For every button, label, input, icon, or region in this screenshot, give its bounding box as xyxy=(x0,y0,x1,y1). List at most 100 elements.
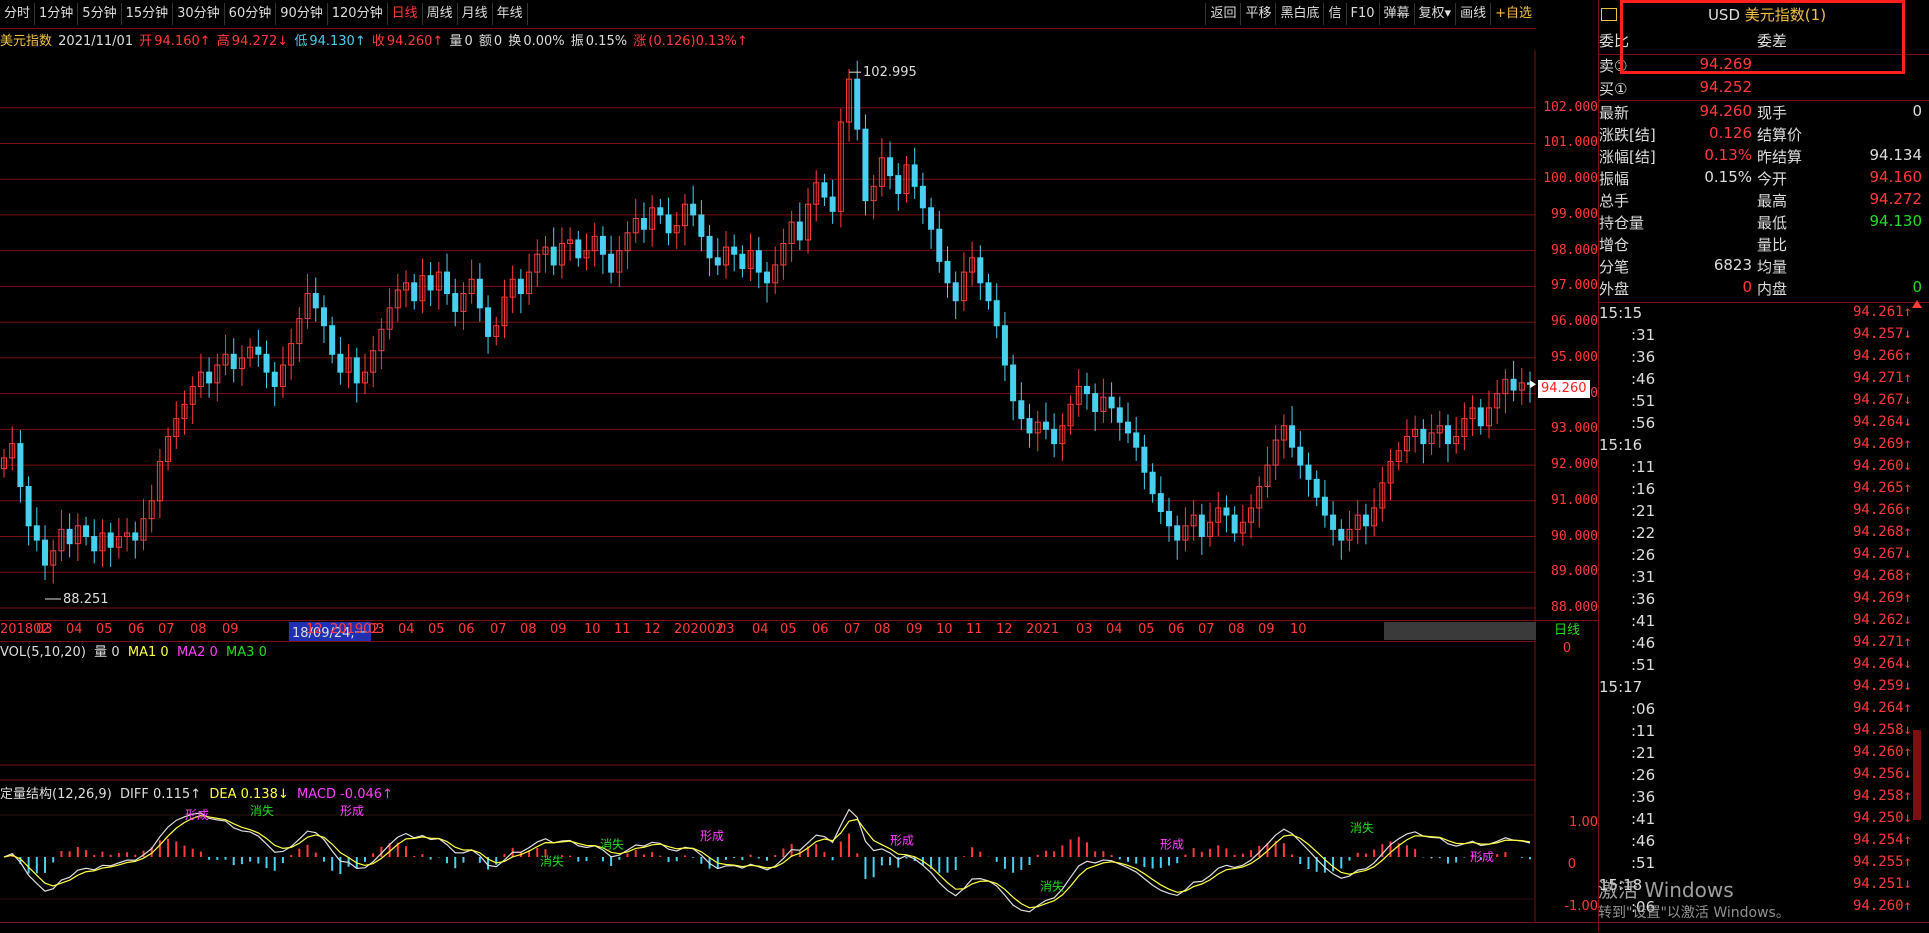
tick-row[interactable]: :26 94.267↓ xyxy=(1599,546,1929,568)
tick-price: 94.268↑ xyxy=(1852,568,1912,584)
tick-time: :22 xyxy=(1631,524,1656,542)
high-label: 高 xyxy=(216,34,230,49)
low-label: 低 xyxy=(294,34,308,49)
tick-scrollbar[interactable] xyxy=(1910,300,1924,820)
volume-axis-zero: 0 xyxy=(1562,641,1572,656)
macd-axis-tick: -1.00 xyxy=(1564,899,1598,914)
period-tab[interactable]: 周线 xyxy=(423,3,458,25)
tick-price: 94.264↓ xyxy=(1852,656,1912,672)
tick-row[interactable]: :16 94.265↑ xyxy=(1599,480,1929,502)
buy-row: 买① 94.252 xyxy=(1599,78,1929,101)
tick-row[interactable]: 15:16 94.269↑ xyxy=(1599,436,1929,458)
candle-body xyxy=(1305,464,1312,480)
period-tab[interactable]: 60分钟 xyxy=(225,3,277,25)
tick-row[interactable]: :11 94.258↓ xyxy=(1599,722,1929,744)
amp-label: 振 xyxy=(570,34,584,49)
candle-body xyxy=(1444,425,1451,445)
tick-row[interactable]: :22 94.268↑ xyxy=(1599,524,1929,546)
stat-value: 94.272 xyxy=(1869,190,1923,208)
tick-row[interactable]: :36 94.269↑ xyxy=(1599,590,1929,612)
tick-price: 94.258↑ xyxy=(1852,788,1912,804)
candle-body xyxy=(755,250,762,273)
windows-activation-hint: 转到"设置"以激活 Windows。 xyxy=(1598,905,1790,921)
tick-row[interactable]: :56 94.264↓ xyxy=(1599,414,1929,436)
macd-signal-word: 形成 xyxy=(1160,838,1184,852)
chart-tool-button[interactable]: 复权▾ xyxy=(1413,3,1456,25)
date-axis-tick: 07 xyxy=(1198,622,1215,637)
chart-tool-button[interactable]: 信 xyxy=(1323,3,1345,25)
period-tab[interactable]: 日线 xyxy=(388,3,423,25)
tick-time: :21 xyxy=(1631,744,1656,762)
period-tab[interactable]: 120分钟 xyxy=(328,3,388,25)
chart-tool-button[interactable]: 弹幕 xyxy=(1378,3,1414,25)
buy-label: 买① xyxy=(1599,80,1628,98)
period-tab[interactable]: 5分钟 xyxy=(78,3,122,25)
candle-body xyxy=(829,196,836,212)
tick-row[interactable]: :06 94.264↑ xyxy=(1599,700,1929,722)
macd-signal-word: 形成 xyxy=(1470,850,1494,864)
macd-signal-word: 消失 xyxy=(250,803,274,818)
candle-body xyxy=(329,325,336,355)
tick-row[interactable]: :46 94.271↑ xyxy=(1599,370,1929,392)
candle-body xyxy=(599,235,606,255)
tick-row[interactable]: :31 94.268↑ xyxy=(1599,568,1929,590)
tick-row[interactable]: :36 94.258↑ xyxy=(1599,788,1929,810)
candle-body xyxy=(25,486,32,527)
stat-value: 6823 xyxy=(1713,256,1752,274)
stat-label: 分笔 xyxy=(1599,258,1630,276)
date-axis-tick: 07 xyxy=(490,622,507,637)
chart-tool-button[interactable]: 黑白底 xyxy=(1275,3,1323,25)
date-axis-tick: 05 xyxy=(780,622,797,637)
tick-price: 94.259↓ xyxy=(1852,678,1912,694)
stat-label: 量比 xyxy=(1757,236,1788,254)
panel-toggle-icon[interactable] xyxy=(1601,8,1617,21)
tick-row[interactable]: :51 94.264↓ xyxy=(1599,656,1929,678)
candle-body xyxy=(1330,514,1337,530)
tick-row[interactable]: :31 94.257↓ xyxy=(1599,326,1929,348)
tick-price: 94.268↑ xyxy=(1852,524,1912,540)
tick-row[interactable]: :41 94.262↓ xyxy=(1599,612,1929,634)
tick-row[interactable]: :36 94.266↑ xyxy=(1599,348,1929,370)
tick-row[interactable]: :46 94.271↑ xyxy=(1599,634,1929,656)
candle-body xyxy=(337,353,344,373)
candle-body xyxy=(977,257,984,284)
tick-row[interactable]: :41 94.250↓ xyxy=(1599,810,1929,832)
period-tab[interactable]: 30分钟 xyxy=(173,3,225,25)
candle-body xyxy=(42,539,49,566)
date-axis-tick: 09 xyxy=(222,622,239,637)
open-value: 94.160↑ xyxy=(154,34,211,49)
period-tab[interactable]: 1分钟 xyxy=(35,3,79,25)
tick-time: :46 xyxy=(1631,634,1656,652)
tick-row[interactable]: :46 94.254↑ xyxy=(1599,832,1929,854)
tick-row[interactable]: :21 94.266↑ xyxy=(1599,502,1929,524)
tick-row[interactable]: :11 94.260↓ xyxy=(1599,458,1929,480)
period-tab[interactable]: 15分钟 xyxy=(122,3,174,25)
period-tab[interactable]: 90分钟 xyxy=(276,3,328,25)
date-axis-tick: 09 xyxy=(550,622,567,637)
diff-name: DIFF xyxy=(120,787,149,802)
macd-name: MACD xyxy=(297,787,336,802)
period-tab[interactable]: 月线 xyxy=(458,3,493,25)
tick-row[interactable]: 15:17 94.259↓ xyxy=(1599,678,1929,700)
chart-tool-button[interactable]: 平移 xyxy=(1240,3,1275,25)
quote-stat-row: 外盘 0 内盘 0 xyxy=(1599,278,1929,300)
tick-row[interactable]: :21 94.260↑ xyxy=(1599,744,1929,766)
chart-tool-button[interactable]: 画线 xyxy=(1455,3,1490,25)
tick-price: 94.260↑ xyxy=(1852,744,1912,760)
candle-body xyxy=(1010,364,1017,402)
period-tag[interactable]: 日线 xyxy=(1536,620,1598,641)
candle-body xyxy=(1133,432,1140,448)
symbol-name: 美元指数 xyxy=(0,34,53,49)
tick-row[interactable]: :26 94.256↓ xyxy=(1599,766,1929,788)
period-tab[interactable]: 年线 xyxy=(493,3,528,25)
tick-time: :51 xyxy=(1631,392,1656,410)
tick-row[interactable]: :51 94.255↑ xyxy=(1599,854,1929,876)
chart-tool-button[interactable]: 返回 xyxy=(1205,3,1240,25)
date-axis-tick: 08 xyxy=(520,622,537,637)
tick-row[interactable]: 15:15 94.261↑ xyxy=(1599,304,1929,326)
tick-row[interactable]: :51 94.267↓ xyxy=(1599,392,1929,414)
chart-tool-button[interactable]: +自选 xyxy=(1490,3,1536,25)
tick-price: 94.265↑ xyxy=(1852,480,1912,496)
chart-tool-button[interactable]: F10 xyxy=(1345,3,1379,25)
period-tab[interactable]: 分时 xyxy=(0,3,36,25)
